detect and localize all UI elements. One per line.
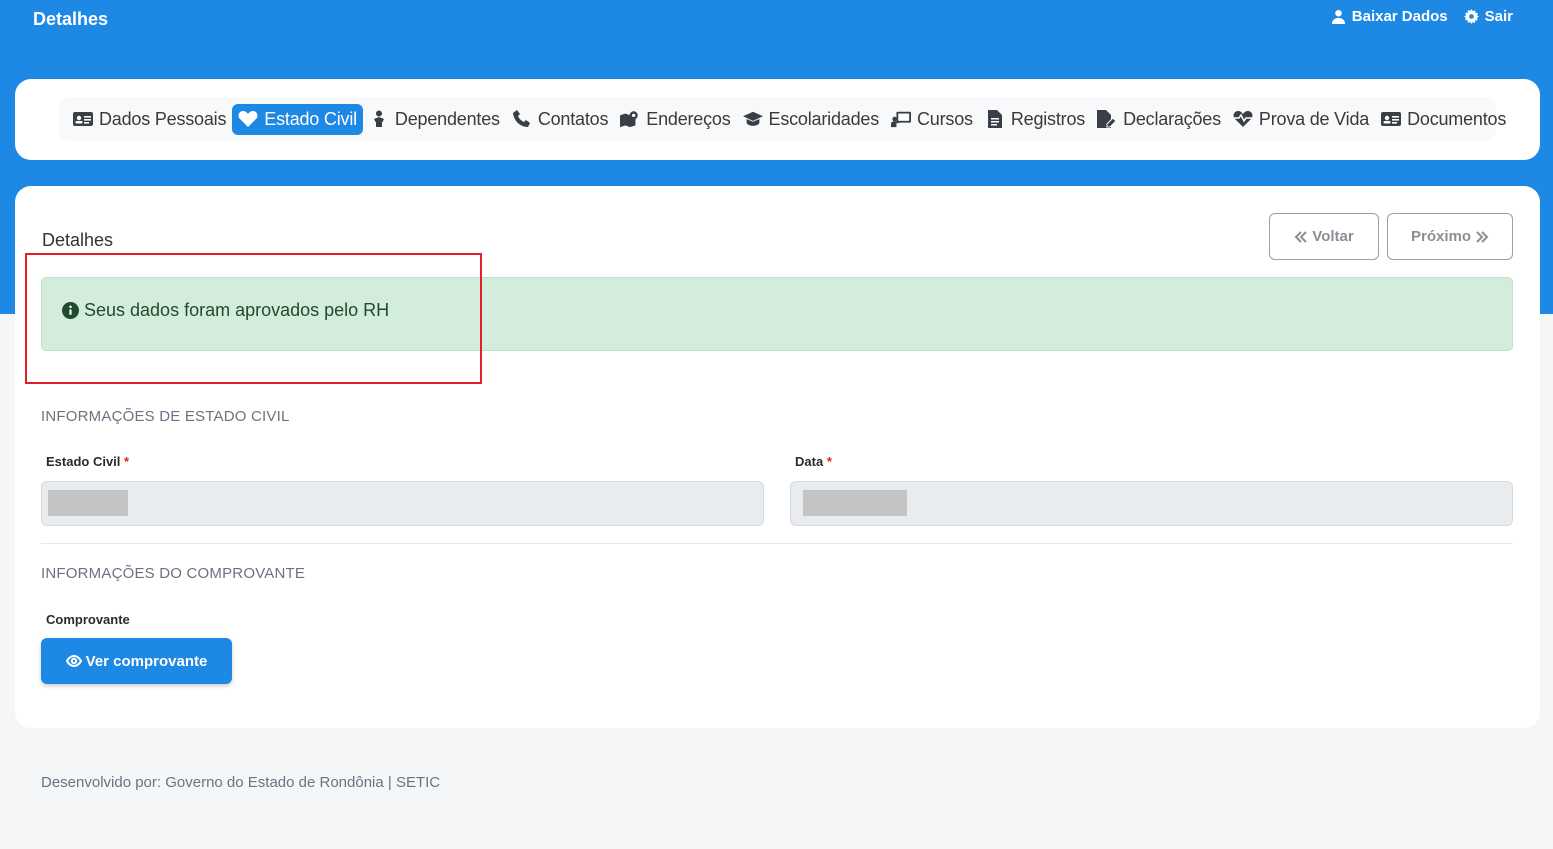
baby-icon — [373, 110, 384, 127]
voltar-label: Voltar — [1312, 228, 1354, 245]
phone-icon — [512, 110, 530, 127]
estado-civil-label: Estado Civil * — [46, 454, 129, 469]
estado-civil-label-text: Estado Civil — [46, 454, 121, 469]
proximo-label: Próximo — [1410, 228, 1471, 245]
highlight-annotation-box — [25, 253, 482, 384]
graduation-cap-icon — [742, 111, 763, 126]
tab-documentos[interactable]: Documentos — [1375, 104, 1512, 135]
tab-prova-de-vida[interactable]: Prova de Vida — [1227, 104, 1375, 135]
tab-label: Declarações — [1123, 108, 1221, 129]
tab-label: Contatos — [537, 108, 609, 129]
tab-declaracoes[interactable]: Declarações — [1091, 104, 1227, 135]
tab-enderecos[interactable]: Endereços — [614, 104, 736, 135]
double-chevron-left-icon — [1294, 230, 1308, 243]
estado-civil-field[interactable] — [41, 481, 764, 526]
data-field[interactable] — [790, 481, 1513, 526]
sair-label: Sair — [1484, 8, 1513, 25]
comprovante-label: Comprovante — [46, 612, 130, 627]
tab-escolaridades[interactable]: Escolaridades — [737, 104, 885, 135]
gear-icon — [1463, 9, 1479, 24]
eye-icon — [65, 654, 82, 668]
pagination-buttons: Voltar Próximo — [1269, 213, 1513, 260]
tab-dados-pessoais[interactable]: Dados Pessoais — [67, 104, 232, 135]
heart-pulse-icon — [1233, 111, 1253, 127]
nav-card: Dados Pessoais Estado Civil Dependentes … — [15, 79, 1540, 160]
ver-comprovante-button[interactable]: Ver comprovante — [41, 638, 232, 684]
redacted-value — [48, 490, 128, 516]
tab-registros[interactable]: Registros — [979, 104, 1091, 135]
tab-label: Estado Civil — [264, 108, 357, 129]
tab-label: Registros — [1010, 108, 1086, 129]
map-location-icon — [620, 111, 638, 128]
data-label: Data * — [795, 454, 832, 469]
tab-cursos[interactable]: Cursos — [885, 104, 979, 135]
id-card-icon — [1381, 112, 1402, 126]
file-signature-icon — [1097, 110, 1117, 128]
user-icon — [1331, 9, 1345, 24]
tab-label: Dados Pessoais — [99, 108, 227, 129]
redacted-value — [803, 490, 907, 516]
card-title: Detalhes — [42, 230, 114, 250]
estado-civil-section-heading: INFORMAÇÕES DE ESTADO CIVIL — [41, 408, 290, 425]
double-chevron-right-icon — [1476, 230, 1489, 243]
tab-estado-civil[interactable]: Estado Civil — [232, 103, 363, 135]
tab-label: Dependentes — [394, 108, 500, 129]
baixar-dados-button[interactable]: Baixar Dados — [1331, 8, 1448, 25]
heart-icon — [238, 111, 258, 127]
baixar-dados-label: Baixar Dados — [1351, 8, 1448, 25]
footer-credits: Desenvolvido por: Governo do Estado de R… — [41, 774, 441, 791]
sair-button[interactable]: Sair — [1463, 8, 1513, 25]
id-card-icon — [73, 112, 93, 126]
section-divider — [41, 543, 1513, 544]
tab-label: Endereços — [646, 108, 731, 129]
section-tabs: Dados Pessoais Estado Civil Dependentes … — [59, 97, 1506, 141]
file-icon — [987, 110, 1002, 128]
voltar-button[interactable]: Voltar — [1269, 213, 1379, 260]
required-mark: * — [826, 454, 832, 469]
tab-label: Documentos — [1407, 108, 1507, 129]
required-mark: * — [124, 454, 130, 469]
tab-label: Escolaridades — [768, 108, 880, 129]
app-title: Detalhes — [33, 9, 109, 29]
tab-contatos[interactable]: Contatos — [506, 104, 614, 135]
comprovante-section-heading: INFORMAÇÕES DO COMPROVANTE — [41, 565, 306, 582]
chalkboard-teacher-icon — [891, 111, 911, 128]
tab-label: Prova de Vida — [1258, 108, 1370, 129]
top-actions: Baixar Dados Sair — [1331, 8, 1513, 25]
tab-label: Cursos — [917, 108, 973, 129]
proximo-button[interactable]: Próximo — [1387, 213, 1513, 260]
data-label-text: Data — [795, 454, 824, 469]
ver-comprovante-label: Ver comprovante — [85, 652, 208, 670]
tab-dependentes[interactable]: Dependentes — [363, 104, 506, 135]
